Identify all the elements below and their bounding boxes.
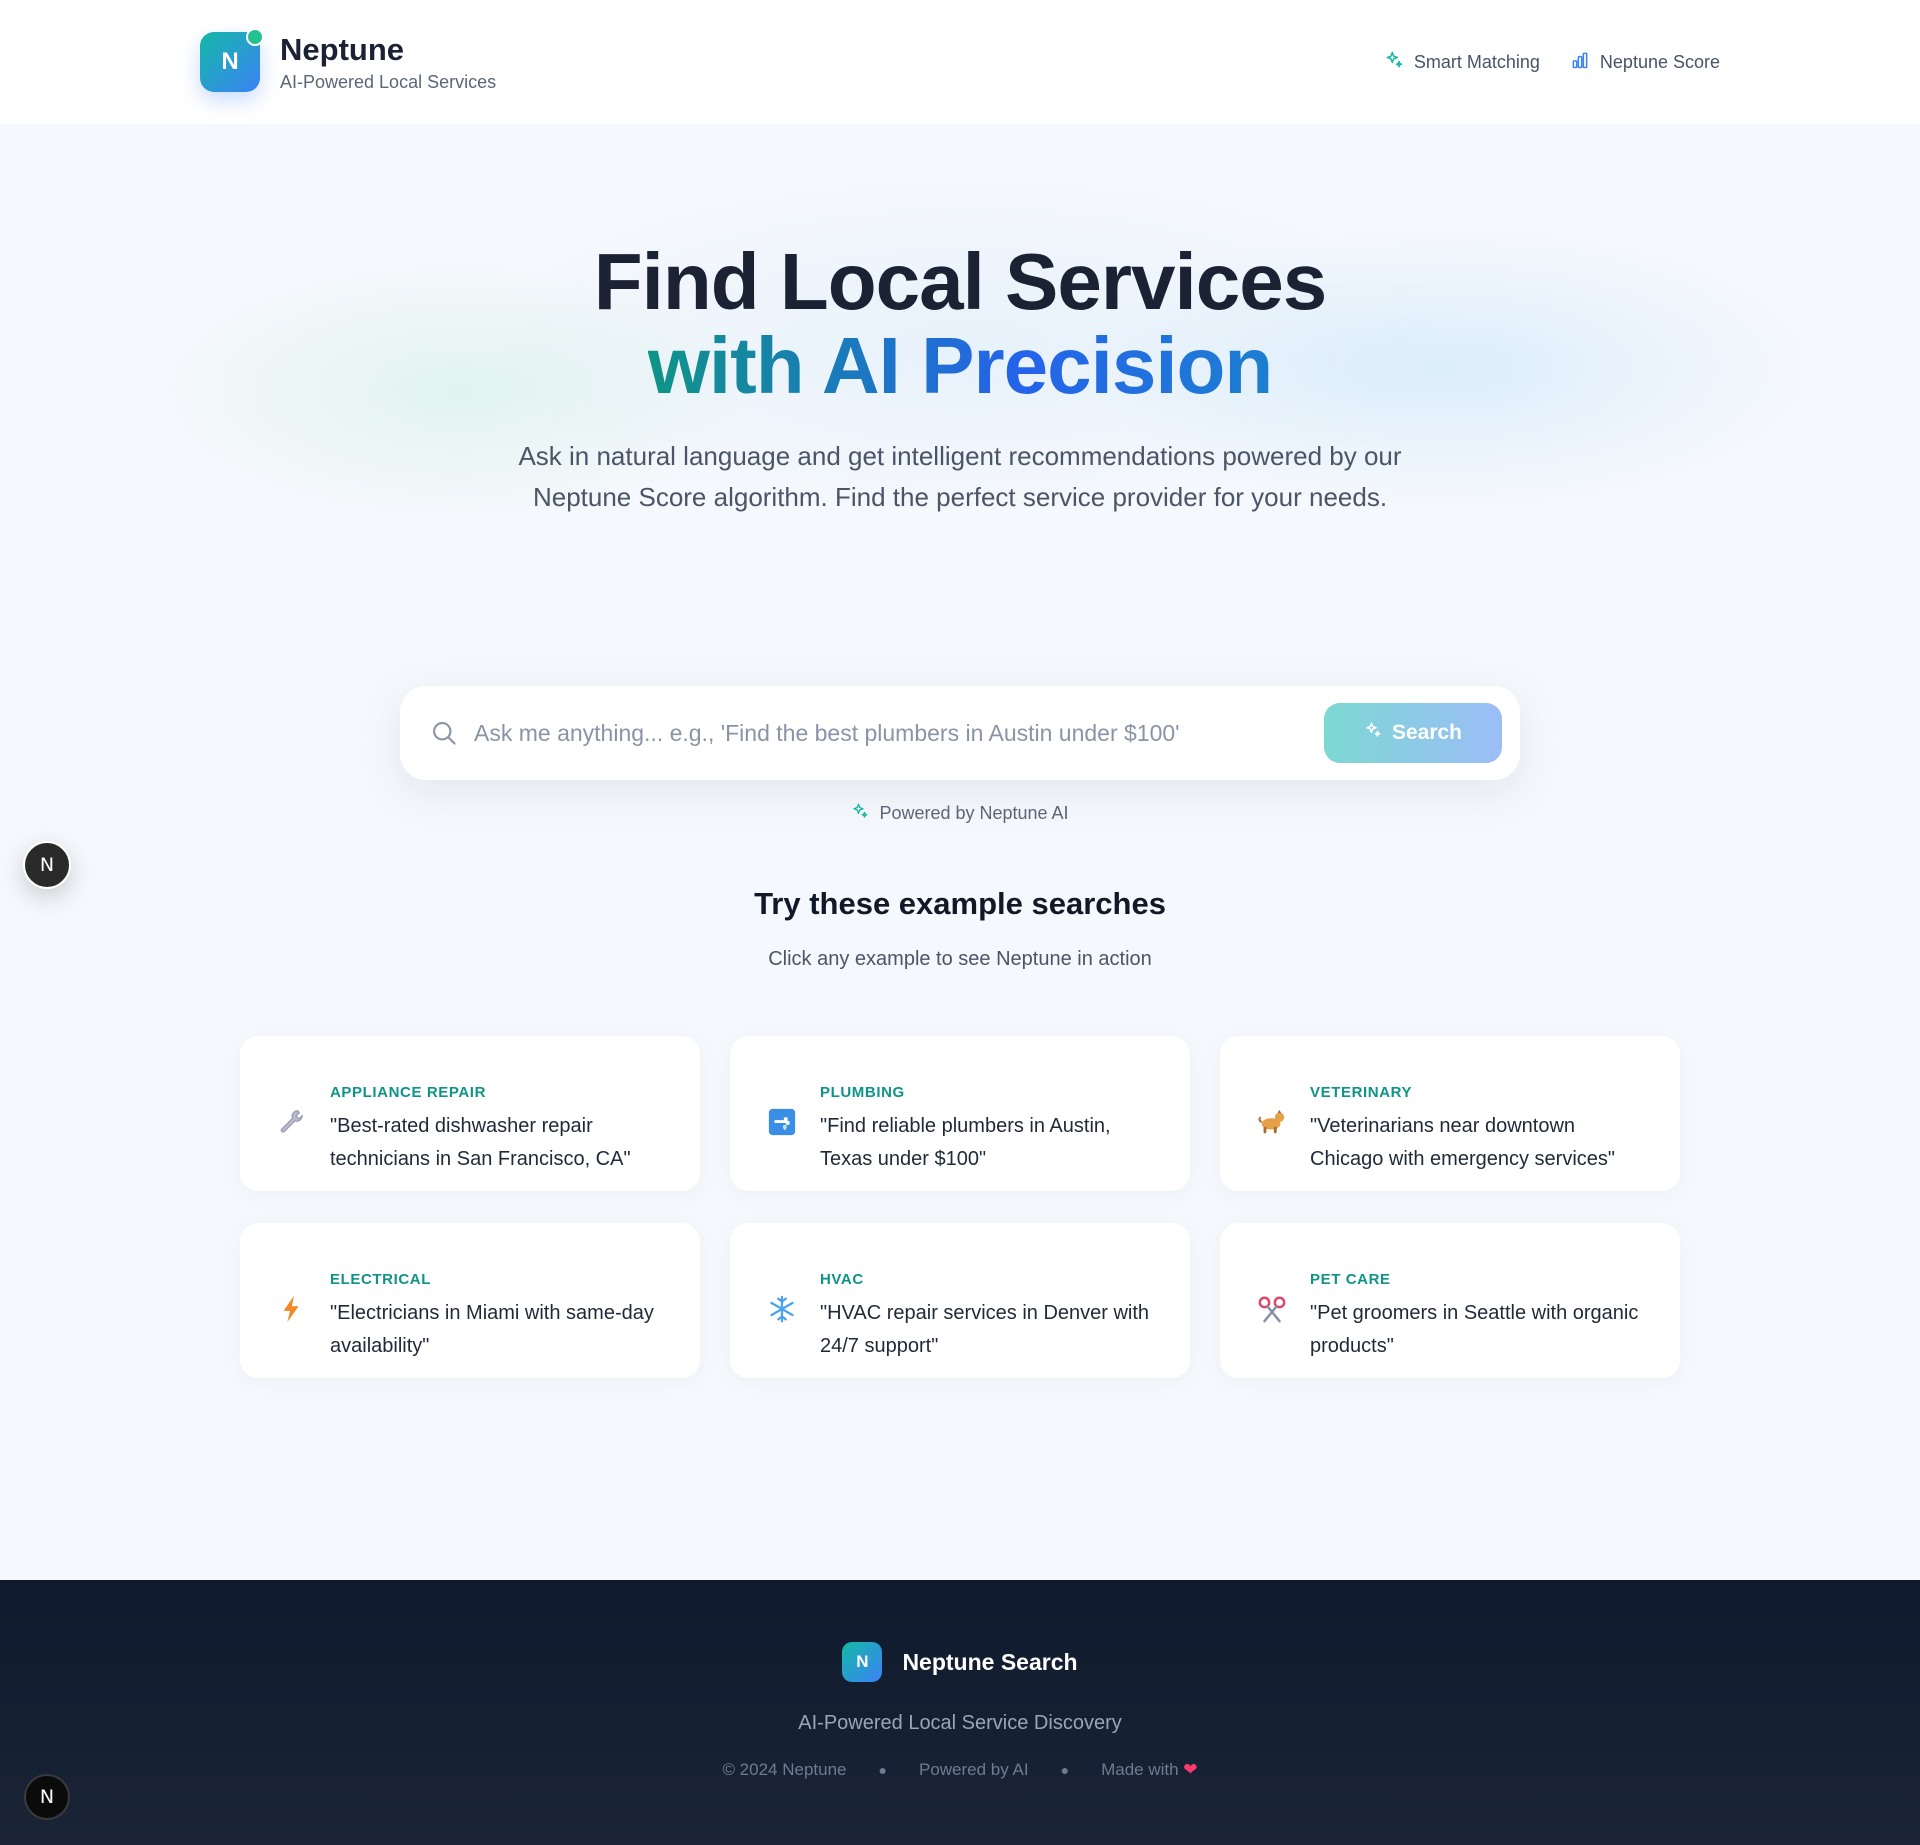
dog-icon	[1256, 1106, 1288, 1138]
card-category: ELECTRICAL	[330, 1271, 431, 1288]
footer-logo-letter: N	[856, 1652, 869, 1671]
nav-smart-matching[interactable]: Smart Matching	[1384, 50, 1540, 75]
footer: N Neptune Search AI-Powered Local Servic…	[0, 1580, 1920, 1845]
floating-n-button-bottom[interactable]: N	[24, 1774, 70, 1820]
card-query: "Find reliable plumbers in Austin, Texas…	[820, 1115, 1111, 1170]
search-bar: Search	[400, 686, 1520, 780]
hero-title-line1: Find Local Services	[593, 237, 1327, 326]
snowflake-icon	[766, 1293, 798, 1325]
logo-letter: N	[221, 48, 239, 75]
wrench-icon	[276, 1106, 308, 1138]
footer-powered: Powered by AI	[918, 1760, 1029, 1779]
examples-subtitle: Click any example to see Neptune in acti…	[768, 948, 1152, 970]
card-body: ELECTRICAL "Electricians in Miami with s…	[330, 1257, 670, 1378]
footer-made-with: Made with ❤	[1101, 1760, 1197, 1780]
status-dot	[246, 28, 264, 46]
brand-tagline: AI-Powered Local Services	[280, 71, 497, 92]
example-card-plumbing[interactable]: PLUMBING "Find reliable plumbers in Aust…	[730, 1036, 1190, 1191]
example-card-electrical[interactable]: ELECTRICAL "Electricians in Miami with s…	[240, 1223, 700, 1378]
hero: Find Local Services with AI Precision As…	[0, 240, 1920, 518]
scissors-icon	[1256, 1293, 1288, 1325]
powered-by: Powered by Neptune AI	[0, 802, 1920, 825]
separator-dot: ●	[878, 1762, 887, 1778]
search-button-label: Search	[1391, 721, 1463, 744]
search-button[interactable]: Search	[1324, 703, 1502, 763]
lightning-icon	[276, 1293, 308, 1325]
brand[interactable]: N Neptune AI-Powered Local Services	[200, 28, 496, 93]
floating-n-letter: N	[39, 1786, 55, 1808]
logo: N	[200, 28, 264, 92]
footer-meta: © 2024 Neptune ● Powered by AI ● Made wi…	[0, 1760, 1920, 1780]
card-query: "Pet groomers in Seattle with organic pr…	[1310, 1302, 1639, 1357]
example-card-hvac[interactable]: HVAC "HVAC repair services in Denver wit…	[730, 1223, 1190, 1378]
nav-label: Smart Matching	[1413, 51, 1540, 72]
card-category: APPLIANCE REPAIR	[330, 1084, 487, 1101]
top-nav: Smart Matching Neptune Score	[1384, 50, 1720, 75]
footer-brand-name: Neptune Search	[902, 1648, 1078, 1675]
search-icon	[430, 719, 458, 747]
top-header: N Neptune AI-Powered Local Services Smar…	[0, 0, 1920, 124]
faucet-icon	[766, 1106, 798, 1138]
sparkles-icon	[1364, 721, 1382, 745]
brand-text: Neptune AI-Powered Local Services	[280, 32, 496, 93]
footer-logo: N	[842, 1642, 883, 1682]
footer-brand: N Neptune Search	[0, 1642, 1920, 1682]
card-category: PLUMBING	[820, 1084, 905, 1101]
card-query: "HVAC repair services in Denver with 24/…	[820, 1302, 1150, 1357]
made-with-label: Made with	[1101, 1760, 1179, 1779]
example-card-appliance-repair[interactable]: APPLIANCE REPAIR "Best-rated dishwasher …	[240, 1036, 700, 1191]
card-body: PET CARE "Pet groomers in Seattle with o…	[1310, 1257, 1650, 1378]
nav-neptune-score[interactable]: Neptune Score	[1570, 50, 1720, 75]
sparkles-icon	[1384, 50, 1404, 75]
card-query: "Electricians in Miami with same-day ava…	[330, 1302, 654, 1357]
powered-by-label: Powered by Neptune AI	[879, 803, 1069, 823]
floating-n-letter: N	[39, 854, 55, 876]
hero-title: Find Local Services with AI Precision	[0, 240, 1920, 408]
separator-dot: ●	[1060, 1762, 1070, 1778]
hero-subtitle: Ask in natural language and get intellig…	[518, 441, 1402, 512]
card-query: "Best-rated dishwasher repair technician…	[330, 1115, 631, 1170]
nav-label: Neptune Score	[1599, 51, 1720, 72]
example-card-pet-care[interactable]: PET CARE "Pet groomers in Seattle with o…	[1220, 1223, 1680, 1378]
bar-chart-icon	[1570, 50, 1590, 75]
card-body: VETERINARY "Veterinarians near downtown …	[1310, 1070, 1650, 1191]
hero-title-line2: with AI Precision	[647, 321, 1274, 410]
card-body: HVAC "HVAC repair services in Denver wit…	[820, 1257, 1160, 1378]
card-category: VETERINARY	[1310, 1084, 1413, 1101]
card-query: "Veterinarians near downtown Chicago wit…	[1310, 1115, 1615, 1170]
card-category: PET CARE	[1310, 1271, 1391, 1288]
footer-tagline: AI-Powered Local Service Discovery	[798, 1712, 1122, 1734]
example-card-veterinary[interactable]: VETERINARY "Veterinarians near downtown …	[1220, 1036, 1680, 1191]
card-category: HVAC	[820, 1271, 864, 1288]
card-body: APPLIANCE REPAIR "Best-rated dishwasher …	[330, 1070, 670, 1191]
floating-n-button[interactable]: N	[23, 841, 71, 889]
heart-icon: ❤	[1183, 1760, 1198, 1779]
brand-name: Neptune	[280, 31, 404, 67]
examples-title: Try these example searches	[754, 886, 1166, 921]
card-body: PLUMBING "Find reliable plumbers in Aust…	[820, 1070, 1160, 1191]
footer-copyright: © 2024 Neptune	[722, 1760, 847, 1779]
example-cards: APPLIANCE REPAIR "Best-rated dishwasher …	[240, 1036, 1680, 1378]
search-input[interactable]	[474, 719, 1324, 747]
sparkles-icon	[851, 802, 869, 825]
